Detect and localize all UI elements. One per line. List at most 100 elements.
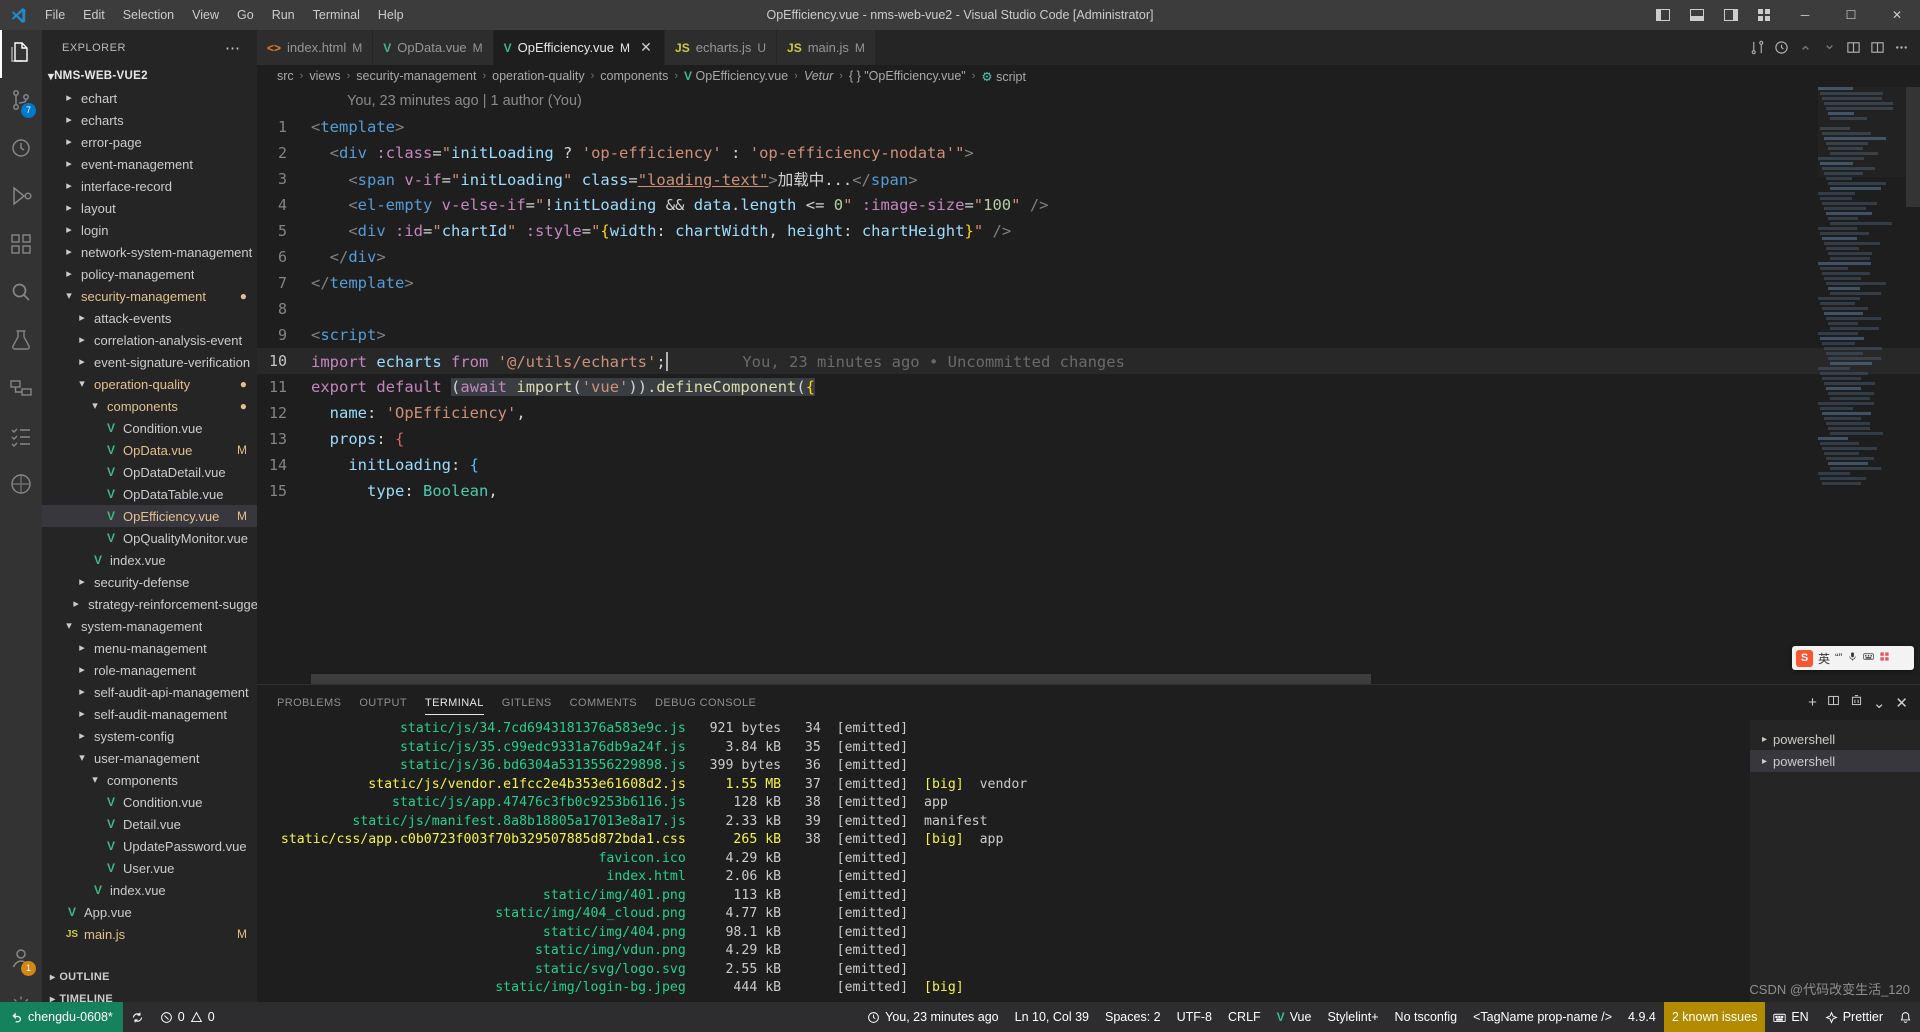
panel-tab-gitlens[interactable]: GITLENS [502,690,552,715]
minimap[interactable] [1818,87,1906,684]
ime-toolbar[interactable]: S 英 “” [1792,646,1914,670]
tree-item[interactable]: ▸ echart [42,87,257,109]
file-tree[interactable]: ▸ echart ▸ echarts ▸ error-page ▸ event-managem… [42,87,257,966]
panel-tab-problems[interactable]: PROBLEMS [277,690,341,715]
breadcrumb-item[interactable]: src [277,69,294,83]
tree-item[interactable]: ▸ event-signature-verification [42,351,257,373]
status-eol[interactable]: CRLF [1220,1002,1269,1032]
activity-todo-tree[interactable] [0,414,42,462]
panel-tab-bar[interactable]: PROBLEMS OUTPUT TERMINAL GITLENS COMMENTS DEB… [257,685,1920,720]
tree-item[interactable]: ▸ login [42,219,257,241]
code-editor[interactable]: You, 23 minutes ago | 1 author (You) 1 <… [257,87,1920,684]
window-close-button[interactable]: ✕ [1874,0,1920,30]
kill-terminal-icon[interactable] [1850,694,1863,711]
tree-item[interactable]: ▸ security-defense [42,571,257,593]
code-line[interactable]: 15 type: Boolean, [257,478,1920,504]
sidebar-more-icon[interactable]: ⋯ [225,39,249,57]
section-outline[interactable]: ▸ OUTLINE [42,966,257,988]
tree-item[interactable]: ▸ self-audit-management [42,703,257,725]
status-cursor-position[interactable]: Ln 10, Col 39 [1007,1002,1097,1032]
code-line[interactable]: 12 name: 'OpEfficiency', [257,400,1920,426]
status-known-issues[interactable]: 2 known issues [1663,1002,1766,1032]
activity-run-debug[interactable] [0,174,42,222]
activity-remote[interactable] [0,366,42,414]
tree-item[interactable]: V OpQualityMonitor.vue [42,527,257,549]
activity-explorer[interactable] [0,30,42,78]
breadcrumb-item[interactable]: components [600,69,668,83]
close-icon[interactable]: ✕ [638,39,654,56]
tree-item[interactable]: ▸ strategy-reinforcement-suggestions [42,593,257,615]
editor-toolbar[interactable] [1746,30,1920,65]
status-bar[interactable]: chengdu-0608* 0 0 You, 23 minutes ago Ln… [0,1002,1920,1032]
code-line[interactable]: 11 export default (await import('vue')).… [257,374,1920,400]
activity-extensions[interactable] [0,222,42,270]
tree-item[interactable]: Vindex.vue [42,549,257,571]
scrollbar-thumb[interactable] [311,674,1371,684]
status-version[interactable]: 4.9.4 [1620,1002,1664,1032]
terminal-tab[interactable]: ▸ powershell [1750,750,1920,772]
status-sync[interactable] [123,1002,152,1032]
code-line[interactable]: 9 <script> [257,322,1920,348]
ime-punctuation-icon[interactable]: “” [1835,652,1842,664]
menu-edit[interactable]: Edit [74,5,114,25]
panel-tab-terminal[interactable]: TERMINAL [424,690,484,715]
tree-item[interactable]: ▸ policy-management [42,263,257,285]
code-line[interactable]: 3 <span v-if="initLoading" class="loadin… [257,166,1920,192]
panel-tab-debug-console[interactable]: DEBUG CONSOLE [655,690,756,715]
menu-bar[interactable]: File Edit Selection View Go Run Terminal… [36,5,413,25]
status-tsconfig[interactable]: No tsconfig [1387,1002,1466,1032]
tree-item[interactable]: V Detail.vue [42,813,257,835]
scrollbar-thumb[interactable] [1906,87,1920,207]
tree-item[interactable]: ▸ attack-events [42,307,257,329]
menu-file[interactable]: File [36,5,74,25]
breadcrumb-item[interactable]: { } "OpEfficiency.vue" [849,69,966,83]
editor-tab[interactable]: V OpData.vue M [373,30,494,65]
breadcrumb-item[interactable]: ⚙ script [981,69,1026,84]
toggle-primary-sidebar-icon[interactable] [1646,0,1680,30]
status-tagname[interactable]: <TagName prop-name /> [1465,1002,1620,1032]
code-line[interactable]: 13 props: { [257,426,1920,452]
menu-help[interactable]: Help [369,5,413,25]
menu-view[interactable]: View [183,5,228,25]
more-actions-icon[interactable] [1890,37,1912,59]
tree-item[interactable]: V Condition.vue [42,417,257,439]
activity-test[interactable] [0,318,42,366]
activity-docker[interactable] [0,462,42,510]
tree-item[interactable]: ▸ layout [42,197,257,219]
breadcrumb-item[interactable]: V OpEfficiency.vue [684,69,788,83]
tree-item[interactable]: ▾ components [42,769,257,791]
code-line[interactable]: 7 </template> [257,270,1920,296]
split-editor-icon[interactable] [1866,37,1888,59]
new-terminal-icon[interactable]: + [1808,694,1817,711]
toggle-secondary-sidebar-icon[interactable] [1714,0,1748,30]
toggle-panel-icon[interactable] [1680,0,1714,30]
tree-item[interactable]: V App.vue [42,901,257,923]
status-remote[interactable]: chengdu-0608* [0,1002,123,1032]
tree-item[interactable]: ▸ self-audit-api-management [42,681,257,703]
window-minimize-button[interactable]: ─ [1782,0,1828,30]
menu-selection[interactable]: Selection [114,5,183,25]
explorer-root-folder[interactable]: ▾ NMS-WEB-VUE2 [42,65,257,87]
tree-item[interactable]: ▾ security-management ● [42,285,257,307]
tree-item[interactable]: ▸ role-management [42,659,257,681]
tree-item[interactable]: ▾ components ● [42,395,257,417]
tree-item[interactable]: V Condition.vue [42,791,257,813]
minimap-slider[interactable] [1818,87,1906,177]
activity-search[interactable] [0,270,42,318]
terminal-tab[interactable]: ▸ powershell [1750,728,1920,750]
code-line[interactable]: 2 <div :class="initLoading ? 'op-efficie… [257,140,1920,166]
customize-layout-icon[interactable] [1748,0,1782,30]
status-problems[interactable]: 0 0 [152,1002,223,1032]
tree-item[interactable]: V User.vue [42,857,257,879]
editor-tab[interactable]: JS echarts.js U [665,30,778,65]
code-line-current[interactable]: 10 import echarts from '@/utils/echarts'… [257,348,1920,374]
activity-accounts[interactable]: 1 [0,936,42,984]
tree-item[interactable]: ▸ network-system-management [42,241,257,263]
tree-item[interactable]: ▸ event-management [42,153,257,175]
tree-item[interactable]: ▸ echarts [42,109,257,131]
status-stylelint[interactable]: Stylelint+ [1319,1002,1386,1032]
gitlens-compare-icon[interactable] [1746,37,1768,59]
breadcrumb-item[interactable]: Vetur [804,69,833,83]
code-line[interactable]: 14 initLoading: { [257,452,1920,478]
activity-gitlens[interactable] [0,126,42,174]
